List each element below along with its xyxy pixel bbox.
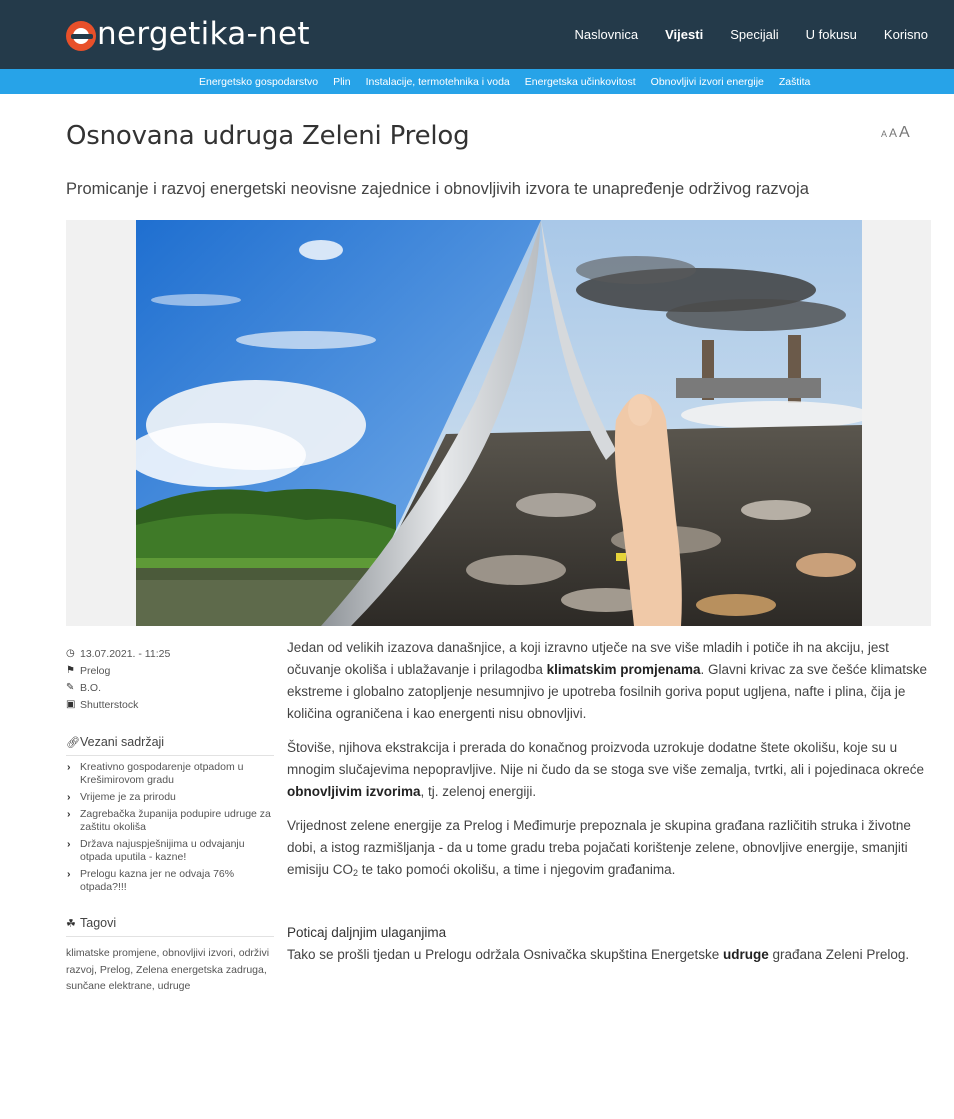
related-link-2[interactable]: Vrijeme je za prirodu <box>80 791 176 803</box>
meta-photo: ▣ Shutterstock <box>66 696 274 713</box>
subnav-energetsko-gospodarstvo[interactable]: Energetsko gospodarstvo <box>199 76 318 88</box>
tags-list[interactable]: klimatske promjene, obnovljivi izvori, o… <box>66 945 274 995</box>
highlight-udruge: udruge <box>723 947 769 962</box>
logo-text: nergetika-net <box>97 16 310 52</box>
subnav-zastita[interactable]: Zaštita <box>779 76 811 88</box>
logo-e-icon <box>66 20 96 51</box>
chevron-right-icon: › <box>67 868 71 880</box>
top-header: nergetika-net Naslovnica Vijesti Specija… <box>0 0 954 69</box>
related-item: › Država najuspješnijima u odvajanju otpa… <box>66 838 274 864</box>
site-logo[interactable]: nergetika-net <box>66 14 310 54</box>
paragraph-2-text-c: , tj. zelenoj energiji. <box>420 784 537 799</box>
meta-author-text: B.O. <box>80 681 102 694</box>
meta-photo-text: Shutterstock <box>80 698 139 711</box>
pencil-icon: ✎ <box>66 682 75 693</box>
article-subtitle: Promicanje i razvoj energetski neovisne … <box>66 180 809 198</box>
paragraph-2-text-a: Štoviše, njihova ekstrakcija i prerada d… <box>287 740 925 777</box>
meta-location: ⚑ Prelog <box>66 662 274 679</box>
nav-specijali[interactable]: Specijali <box>730 27 778 42</box>
related-item: › Prelogu kazna jer ne odvaja 76% otpada?… <box>66 868 274 894</box>
map-pin-icon: ⚑ <box>66 665 75 676</box>
subnav-energetska-ucinkovitost[interactable]: Energetska učinkovitost <box>525 76 636 88</box>
article-body: Jedan od velikih izazova današnjice, a k… <box>287 637 933 978</box>
meta-date: ◷ 13.07.2021. - 11:25 <box>66 645 274 662</box>
font-size-small-button[interactable]: A <box>881 129 887 139</box>
nav-korisno[interactable]: Korisno <box>884 27 928 42</box>
related-item: › Zagrebačka županija podupire udruge za … <box>66 808 274 834</box>
chevron-right-icon: › <box>67 838 71 850</box>
paragraph-3: Vrijednost zelene energije za Prelog i M… <box>287 815 933 884</box>
chevron-right-icon: › <box>67 808 71 820</box>
related-link-1[interactable]: Kreativno gospodarenje otpadom u Krešimi… <box>80 761 243 786</box>
related-item: › Vrijeme je za prirodu <box>66 791 274 804</box>
article-title: Osnovana udruga Zeleni Prelog <box>66 121 470 151</box>
link-icon: 🔗︎ <box>66 736 80 749</box>
related-item: › Kreativno gospodarenje otpadom u Krešim… <box>66 761 274 787</box>
clock-icon: ◷ <box>66 648 75 659</box>
paragraph-4: Tako se prošli tjedan u Prelogu održala … <box>287 944 933 966</box>
sub-header: Energetsko gospodarstvo Plin Instalacije… <box>0 69 954 94</box>
camera-icon: ▣ <box>66 699 76 710</box>
paragraph-1: Jedan od velikih izazova današnjice, a k… <box>287 637 933 725</box>
highlight-klimatske-promjene: klimatskim promjenama <box>546 662 701 677</box>
related-heading-text: Vezani sadržaji <box>80 735 165 749</box>
hero-image <box>66 220 931 626</box>
related-link-4[interactable]: Država najuspješnijima u odvajanju otpad… <box>80 838 245 863</box>
font-size-controls: A A A <box>879 124 910 142</box>
paragraph-2: Štoviše, njihova ekstrakcija i prerada d… <box>287 737 933 803</box>
main-nav: Naslovnica Vijesti Specijali U fokusu Ko… <box>548 0 928 69</box>
font-size-large-button[interactable]: A <box>899 124 910 142</box>
paragraph-4-text-a: Tako se prošli tjedan u Prelogu održala … <box>287 947 723 962</box>
highlight-obnovljivi-izvori: obnovljivim izvorima <box>287 784 421 799</box>
article-sidebar: ◷ 13.07.2021. - 11:25 ⚑ Prelog ✎ B.O. ▣ … <box>66 645 274 995</box>
meta-author: ✎ B.O. <box>66 679 274 696</box>
nav-vijesti[interactable]: Vijesti <box>665 27 703 42</box>
tags-icon: ☘ <box>66 917 76 930</box>
tags-heading-text: Tagovi <box>80 916 117 930</box>
subnav-instalacije[interactable]: Instalacije, termotehnika i voda <box>366 76 510 88</box>
paragraph-3-text-c: te tako pomoći okolišu, a time i njegovi… <box>358 862 676 877</box>
section-heading: Poticaj daljnjim ulaganjima <box>287 925 447 940</box>
meta-location-text: Prelog <box>80 664 111 677</box>
related-link-3[interactable]: Zagrebačka županija podupire udruge za z… <box>80 808 271 833</box>
subnav-obnovljivi-izvori[interactable]: Obnovljivi izvori energije <box>651 76 764 88</box>
related-heading: 🔗︎ Vezani sadržaji <box>66 735 274 756</box>
tags-heading: ☘ Tagovi <box>66 916 274 937</box>
related-link-5[interactable]: Prelogu kazna jer ne odvaja 76% otpada?!… <box>80 868 234 893</box>
related-list: › Kreativno gospodarenje otpadom u Krešim… <box>66 761 274 894</box>
nav-naslovnica[interactable]: Naslovnica <box>575 27 639 42</box>
hero-illustration <box>136 220 862 626</box>
chevron-right-icon: › <box>67 791 71 803</box>
meta-date-text: 13.07.2021. - 11:25 <box>80 647 171 660</box>
font-size-medium-button[interactable]: A <box>889 126 897 140</box>
paragraph-4-text-c: građana Zeleni Prelog. <box>768 947 910 962</box>
nav-u-fokusu[interactable]: U fokusu <box>806 27 857 42</box>
chevron-right-icon: › <box>67 761 71 773</box>
category-nav: Energetsko gospodarstvo Plin Instalacije… <box>199 69 825 94</box>
subnav-plin[interactable]: Plin <box>333 76 351 88</box>
